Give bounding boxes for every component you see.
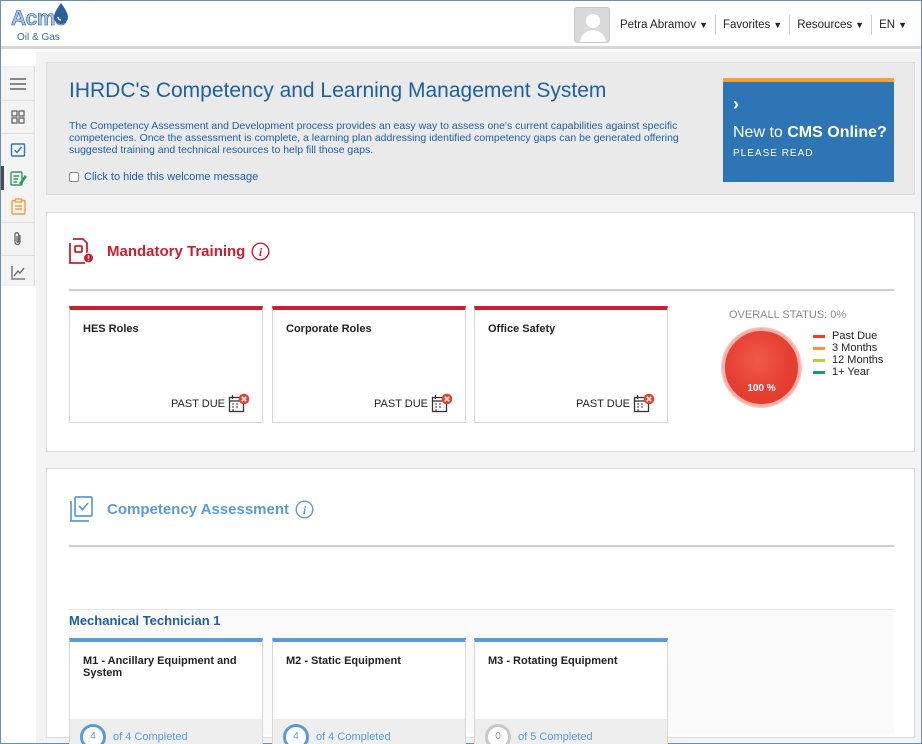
user-name: Petra Abramov xyxy=(619,19,697,31)
mandatory-training-panel: Mandatory Training i HES Roles PAST DUE … xyxy=(46,212,915,452)
card-title: M2 - Static Equipment xyxy=(286,655,401,667)
past-due-status: PAST DUE xyxy=(374,393,453,414)
legend-item-3-months: 3 Months xyxy=(813,342,883,354)
card-title: Corporate Roles xyxy=(286,323,372,335)
promo-heading: New to CMS Online? xyxy=(733,124,887,141)
progress-text: of 4 Completed xyxy=(316,730,391,743)
alert-document-icon xyxy=(69,238,94,264)
sidebar-item-analytics[interactable] xyxy=(1,258,35,286)
welcome-description: The Competency Assessment and Developmen… xyxy=(69,120,679,156)
user-area: Petra Abramov ▼ Favorites ▼ Resources ▼ … xyxy=(573,1,921,49)
competency-card-m1[interactable]: M1 - Ancillary Equipment and System 4 of… xyxy=(69,638,263,744)
card-title: Office Safety xyxy=(488,323,556,335)
legend-item-1-year: 1+ Year xyxy=(813,366,883,378)
sidebar-item-training[interactable] xyxy=(1,164,35,192)
overall-status-label: OVERALL STATUS: 0% xyxy=(729,309,847,321)
page-title: IHRDC's Competency and Learning Manageme… xyxy=(69,79,607,102)
mandatory-training-header: Mandatory Training i xyxy=(69,237,270,265)
sidebar-item-dashboard[interactable] xyxy=(1,103,35,131)
card-title: M3 - Rotating Equipment xyxy=(488,655,618,667)
chart-icon xyxy=(10,265,25,280)
sidebar-item-reports[interactable] xyxy=(1,192,35,220)
clipboard-icon xyxy=(10,197,26,215)
competency-assessment-panel: Competency Assessment i Mechanical Techn… xyxy=(46,468,915,744)
card-title: HES Roles xyxy=(83,323,139,335)
svg-text:i: i xyxy=(259,245,263,259)
sidebar xyxy=(1,66,35,286)
legend-item-past-due: Past Due xyxy=(813,330,883,342)
menu-icon xyxy=(10,78,26,90)
sidebar-item-competency[interactable] xyxy=(1,136,35,164)
calendar-overdue-icon xyxy=(228,393,250,413)
sidebar-item-attachments[interactable] xyxy=(1,225,35,253)
competency-card-m3[interactable]: M3 - Rotating Equipment 0 of 5 Completed xyxy=(474,638,668,744)
dashboard-icon xyxy=(11,110,25,124)
resources-label: Resources xyxy=(797,19,853,31)
favorites-menu[interactable]: Favorites ▼ xyxy=(714,15,789,35)
new-to-cms-banner[interactable]: › New to CMS Online? PLEASE READ xyxy=(723,78,894,182)
competency-assessment-title: Competency Assessment xyxy=(107,500,290,518)
overall-status: OVERALL STATUS: 0% 100 % Past Due 3 Mont… xyxy=(714,309,914,429)
past-due-status: PAST DUE xyxy=(171,393,250,414)
mandatory-training-title: Mandatory Training xyxy=(107,242,246,260)
paperclip-icon xyxy=(14,232,21,246)
edit-list-icon xyxy=(9,171,27,186)
checklist-icon xyxy=(10,143,26,157)
progress-ring: 4 xyxy=(283,723,309,744)
past-due-status: PAST DUE xyxy=(576,393,655,414)
logo-subtitle: Oil & Gas xyxy=(17,32,60,43)
promo-subtext: PLEASE READ xyxy=(733,148,814,159)
chevron-down-icon: ▼ xyxy=(773,20,783,30)
avatar[interactable] xyxy=(573,7,610,43)
card-progress: 4 of 4 Completed xyxy=(70,719,262,744)
user-menu[interactable]: Petra Abramov ▼ xyxy=(620,15,715,35)
info-icon[interactable]: i xyxy=(251,241,270,261)
competency-card-m2[interactable]: M2 - Static Equipment 4 of 4 Completed xyxy=(272,638,466,744)
water-drop-icon xyxy=(54,3,68,24)
training-card-hes-roles[interactable]: HES Roles PAST DUE xyxy=(69,306,263,423)
svg-text:i: i xyxy=(303,503,307,517)
language-label: EN xyxy=(879,19,896,31)
card-progress: 4 of 4 Completed xyxy=(273,719,465,744)
hide-welcome-label: Click to hide this welcome message xyxy=(84,171,259,183)
progress-text: of 4 Completed xyxy=(113,730,188,743)
top-bar: Acme Oil & Gas Petra Abramov ▼ Favorites… xyxy=(1,1,921,49)
info-icon[interactable]: i xyxy=(295,499,314,519)
status-pie-label: 100 % xyxy=(747,383,776,394)
calendar-overdue-icon xyxy=(431,393,453,413)
training-card-office-safety[interactable]: Office Safety PAST DUE xyxy=(474,306,668,423)
competency-assessment-header: Competency Assessment i xyxy=(69,495,314,523)
progress-ring: 0 xyxy=(485,723,511,744)
job-profile-title[interactable]: Mechanical Technician 1 xyxy=(69,613,220,628)
status-pie: 100 % xyxy=(722,328,801,407)
card-progress: 0 of 5 Completed xyxy=(475,719,667,744)
sidebar-item-menu[interactable] xyxy=(1,70,35,98)
favorites-label: Favorites xyxy=(722,19,771,31)
card-title: M1 - Ancillary Equipment and System xyxy=(83,655,237,679)
chevron-down-icon: ▼ xyxy=(855,20,865,30)
main-content: IHRDC's Competency and Learning Manageme… xyxy=(36,52,921,744)
hide-welcome-toggle[interactable]: Click to hide this welcome message xyxy=(69,171,258,183)
hide-welcome-checkbox[interactable] xyxy=(69,172,79,182)
language-menu[interactable]: EN ▼ xyxy=(871,15,921,35)
welcome-banner: IHRDC's Competency and Learning Manageme… xyxy=(46,62,915,195)
chevron-down-icon: ▼ xyxy=(699,20,708,30)
assessment-icon xyxy=(70,496,93,522)
chevron-down-icon: ▼ xyxy=(898,20,907,30)
resources-menu[interactable]: Resources ▼ xyxy=(789,15,871,35)
progress-text: of 5 Completed xyxy=(518,730,593,743)
legend-item-12-months: 12 Months xyxy=(813,354,883,366)
company-logo[interactable]: Acme Oil & Gas xyxy=(11,3,71,45)
chevron-right-icon: › xyxy=(733,94,739,114)
calendar-overdue-icon xyxy=(633,393,655,413)
training-card-corporate-roles[interactable]: Corporate Roles PAST DUE xyxy=(272,306,466,423)
progress-ring: 4 xyxy=(80,723,106,744)
status-legend: Past Due 3 Months 12 Months 1+ Year xyxy=(813,330,883,378)
